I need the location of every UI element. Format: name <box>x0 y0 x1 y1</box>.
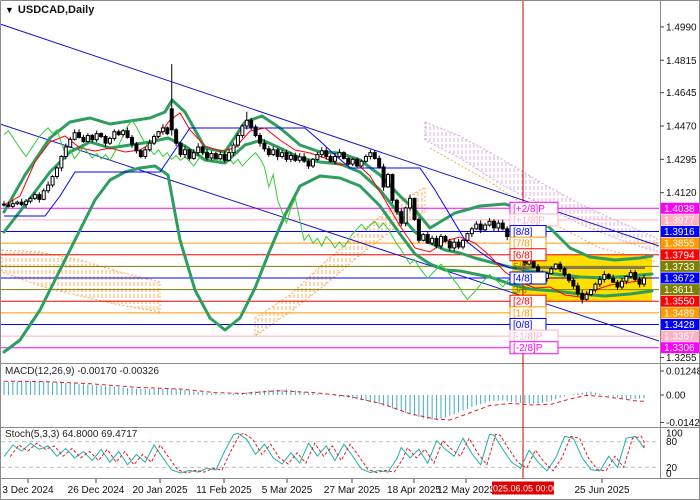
stoch-indicator-label: Stoch(5,3,3) 64.8000 69.4717 <box>5 429 138 440</box>
price-tick-label: 1.3255 <box>666 353 697 364</box>
date-tick-label: 25 Jun 2025 <box>574 485 629 496</box>
current-date-badge-text: 2025.06.05 00:00 <box>488 484 558 494</box>
symbol-dropdown-icon[interactable]: ▼ <box>5 5 14 15</box>
date-tick-label: 27 Mar 2025 <box>324 485 381 496</box>
stoch-tick-label: 80 <box>666 437 678 448</box>
price-tick-label: 1.4645 <box>666 88 697 99</box>
chart-title-bar[interactable]: ▼ USDCAD,Daily <box>5 4 94 16</box>
price-level-badge-text: 1.3794 <box>664 250 695 261</box>
date-tick-label: 12 May 2025 <box>437 485 495 496</box>
svg-text:[-1/8]P: [-1/8]P <box>513 332 543 343</box>
price-level-badge-text: 1.3306 <box>664 343 695 354</box>
price-level-badge-text: 1.3977 <box>664 215 695 226</box>
stoch-tick-label: 0 <box>666 469 672 480</box>
price-tick-label: 1.4815 <box>666 56 697 67</box>
date-tick-label: 3 Dec 2024 <box>2 485 54 496</box>
svg-text:[+1/8]P: [+1/8]P <box>513 215 545 226</box>
svg-text:[1/8]: [1/8] <box>513 308 533 319</box>
svg-text:[-2/8]P: [-2/8]P <box>513 343 543 354</box>
price-tick-label: 1.4120 <box>666 188 697 199</box>
svg-text:[2/8]: [2/8] <box>513 297 533 308</box>
date-tick-label: 18 Apr 2025 <box>387 485 441 496</box>
macd-tick-label: 0.01248 <box>666 367 700 378</box>
symbol-period-label: USDCAD,Daily <box>17 4 95 16</box>
trading-terminal-window: [+2/8]P [+1/8]P [8/8] [7/8] [6/8] 5/8 [4/8] 3/8… <box>0 0 700 500</box>
price-tick-label: 1.4990 <box>666 22 697 33</box>
svg-text:[+2/8]P: [+2/8]P <box>513 204 545 215</box>
macd-indicator-label: MACD(12,26,9) -0.00170 -0.00326 <box>5 366 159 377</box>
price-level-badge-text: 1.3855 <box>664 239 695 250</box>
date-tick-label: 26 Dec 2024 <box>68 485 125 496</box>
price-level-badge-text: 1.3489 <box>664 308 695 319</box>
price-level-badge-text: 1.3611 <box>664 285 694 296</box>
price-level-badge-text: 1.3428 <box>664 320 695 331</box>
date-tick-label: 5 Mar 2025 <box>262 485 313 496</box>
price-level-badge-text: 1.3367 <box>664 332 695 343</box>
price-tick-label: 1.4470 <box>666 122 697 133</box>
macd-tick-label: 0.00 <box>666 391 686 402</box>
svg-text:[6/8]: [6/8] <box>513 250 533 261</box>
date-tick-label: 20 Jan 2025 <box>132 485 187 496</box>
svg-text:[4/8]: [4/8] <box>513 274 533 285</box>
macd-tick-label: -0.01429 <box>666 418 700 429</box>
date-tick-label: 11 Feb 2025 <box>196 485 252 496</box>
svg-text:[7/8]: [7/8] <box>513 239 533 250</box>
svg-text:[0/8]: [0/8] <box>513 320 533 331</box>
price-tick-label: 1.4295 <box>666 155 697 166</box>
price-level-badge-text: 1.4038 <box>664 204 695 215</box>
price-level-badge-text: 1.3672 <box>664 274 695 285</box>
price-level-badge-text: 1.3550 <box>664 297 695 308</box>
svg-text:[8/8]: [8/8] <box>513 227 533 238</box>
price-level-badge-text: 1.3916 <box>664 227 695 238</box>
chart-canvas[interactable]: [+2/8]P[+1/8]P[8/8][7/8][6/8]5/8[4/8]3/8… <box>0 0 700 500</box>
price-level-badge-text: 1.3733 <box>664 262 695 273</box>
svg-text:3/8: 3/8 <box>513 285 527 296</box>
svg-text:5/8: 5/8 <box>513 262 527 273</box>
